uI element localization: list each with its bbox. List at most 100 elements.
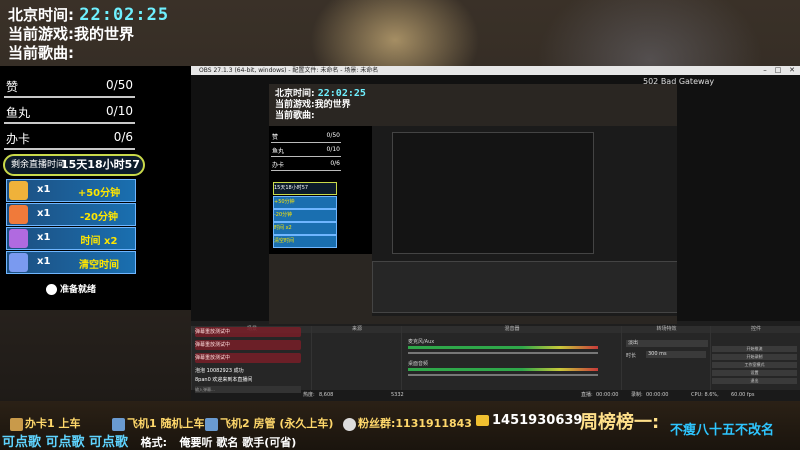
weekly-rank-value: 不瘦八十五不改名: [670, 423, 775, 438]
chat-user-line: 泡泡 10082923 成功: [195, 368, 244, 374]
nested-stream-preview: 北京时间: 22:02:25 当前游戏:我的世界 当前歌曲: 赞 0/50 鱼丸 0…: [269, 84, 677, 324]
sources-panel: 来源: [311, 326, 402, 390]
heat-label: 热度:: [303, 392, 315, 398]
card-action: +50分钟: [77, 188, 121, 199]
close-icon[interactable]: ✕: [786, 66, 798, 75]
bottom-info-bar: 办卡1 上车 飞机1 随机上车 飞机2 房管 (永久上车) 粉丝群:113191…: [0, 401, 800, 450]
exit-button[interactable]: 退出: [712, 378, 797, 384]
chat-input[interactable]: 输入弹幕...: [195, 386, 301, 393]
chat-overlay: 弹幕重放测试中 弹幕重放测试中 弹幕重放测试中 泡泡 10082923 成功 8…: [191, 324, 304, 396]
ready-label: 准备就绪: [60, 285, 97, 295]
countdown-badge: 剩余直播时间 15天18小时57: [3, 154, 145, 176]
bonus-card: x1 清空时间: [6, 251, 136, 274]
stream-info-header: 北京时间: 22:02:25 当前游戏:我的世界 当前歌曲:: [8, 6, 169, 63]
fps-value: 60.00 fps: [731, 392, 755, 398]
perk-card: 办卡1 上车: [10, 415, 80, 431]
tracker-value: 0/50: [106, 78, 133, 92]
goal-tracker-panel: 赞 0/50 鱼丸 0/10 办卡 0/6 剩余直播时间 15天18小时57 x…: [0, 66, 191, 310]
bonus-card: -20分钟: [273, 209, 337, 222]
cpu-usage: CPU: 8.6%,: [691, 392, 719, 398]
bonus-card: +50分钟: [273, 196, 337, 209]
transitions-panel: 转场特效 淡出 时长 300 ms: [621, 326, 711, 390]
game-label: 当前游戏:: [8, 25, 74, 43]
nested-header: 北京时间: 22:02:25 当前游戏:我的世界 当前歌曲:: [275, 88, 366, 122]
panel-title: 混音器: [402, 326, 622, 333]
tracker-label: 鱼丸: [6, 106, 31, 120]
game-value: 我的世界: [74, 25, 135, 43]
card-action: -20分钟: [79, 212, 119, 223]
tracker-cards: 办卡 0/6: [4, 124, 135, 150]
tracker-label: 赞: [6, 80, 19, 94]
game-label: 当前游戏:: [275, 100, 315, 110]
plane-icon: [205, 417, 218, 431]
wechat-icon: [476, 415, 489, 426]
chat-message: 弹幕重放测试中: [195, 353, 301, 363]
fan-group: 粉丝群:1131911843: [343, 415, 472, 431]
ready-indicator: 准备就绪: [46, 282, 96, 295]
chat-user-line: 8pan0 欢迎来到本直播间: [195, 377, 253, 383]
live-label: 直播:: [581, 392, 593, 398]
plane-icon: [112, 417, 125, 431]
obs-preview[interactable]: 北京时间: 22:02:25 当前游戏:我的世界 当前歌曲: 赞 0/50 鱼丸 0…: [191, 75, 800, 324]
volume-slider[interactable]: [408, 352, 598, 354]
duration-label: 时长: [626, 353, 637, 359]
perk-plane-2: 飞机2 房管 (永久上车): [205, 415, 333, 431]
studio-mode-button[interactable]: 工作室模式: [712, 362, 797, 368]
card-count: x1: [37, 208, 51, 219]
bonus-card: x1 +50分钟: [6, 179, 136, 202]
audio-meter: [408, 368, 598, 371]
song-label: 当前歌曲:: [275, 111, 315, 121]
heat-value: 8,608: [319, 392, 334, 398]
minimize-icon[interactable]: –: [759, 66, 771, 75]
start-recording-button[interactable]: 开始录制: [712, 354, 797, 360]
card-action: 时间 x2: [80, 236, 118, 247]
mixer-label: 桌面音频: [408, 361, 429, 367]
panel-title: 转场特效: [622, 326, 711, 333]
format-label: 格式:: [140, 436, 167, 449]
bonus-card: x1 -20分钟: [6, 203, 136, 226]
maximize-icon[interactable]: □: [772, 66, 784, 75]
duration-input[interactable]: 300 ms: [646, 351, 706, 358]
crystal-icon: [9, 253, 28, 272]
nested-mixer: [372, 261, 677, 313]
rocket-icon: [9, 229, 28, 248]
bonus-card: 清空时间: [273, 235, 337, 248]
perk-plane-1: 飞机1 随机上车: [112, 415, 204, 431]
time-label: 北京时间:: [275, 89, 315, 99]
tracker-fishballs: 鱼丸 0/10: [271, 146, 341, 157]
nested-tracker-panel: 赞 0/50 鱼丸 0/10 办卡 0/6 15天18小时57 +50分钟 -20分钟…: [269, 126, 372, 254]
live-time: 00:00:00: [596, 392, 619, 398]
tracker-likes: 赞 0/50: [271, 132, 341, 143]
tracker-fishballs: 鱼丸 0/10: [4, 98, 135, 124]
panel-title: 来源: [312, 326, 402, 333]
game-value: 我的世界: [314, 100, 351, 110]
song-request-text: 可点歌 可点歌 可点歌: [2, 435, 129, 450]
tracker-cards: 办卡 0/6: [271, 160, 341, 171]
gold-bar-icon: [9, 181, 28, 200]
circle-icon: [46, 284, 57, 295]
qq-icon: [343, 417, 356, 431]
time-value: 22:02:25: [317, 88, 366, 99]
countdown-badge: 15天18小时57: [273, 182, 337, 195]
card-count: x1: [37, 184, 51, 195]
recursive-preview: [392, 132, 594, 254]
time-value: 22:02:25: [79, 5, 170, 25]
tracker-value: 0/10: [106, 104, 133, 118]
card-count: x1: [37, 232, 51, 243]
rec-label: 录制:: [631, 392, 643, 398]
mixer-panel: 混音器 麦克风/Aux 桌面音频: [401, 326, 622, 390]
tracker-value: 0/6: [113, 130, 133, 144]
mixer-label: 麦克风/Aux: [408, 339, 435, 345]
transition-select[interactable]: 淡出: [626, 340, 708, 347]
obs-title: OBS 27.1.3 (64-bit, windows) - 配置文件: 未命名…: [199, 67, 379, 74]
settings-button[interactable]: 设置: [712, 370, 797, 376]
weekly-rank-label: 周榜榜一:: [580, 412, 660, 433]
song-label: 当前歌曲:: [8, 44, 74, 62]
nested-obs-window: [372, 126, 677, 316]
volume-slider[interactable]: [408, 374, 598, 376]
wechat-id: 1451930639: [476, 413, 582, 428]
start-streaming-button[interactable]: 开始推流: [712, 346, 797, 352]
bonus-card: x1 时间 x2: [6, 227, 136, 250]
format-value: 俺要听 歌名 歌手(可省): [179, 436, 297, 449]
tracker-label: 办卡: [6, 132, 31, 146]
